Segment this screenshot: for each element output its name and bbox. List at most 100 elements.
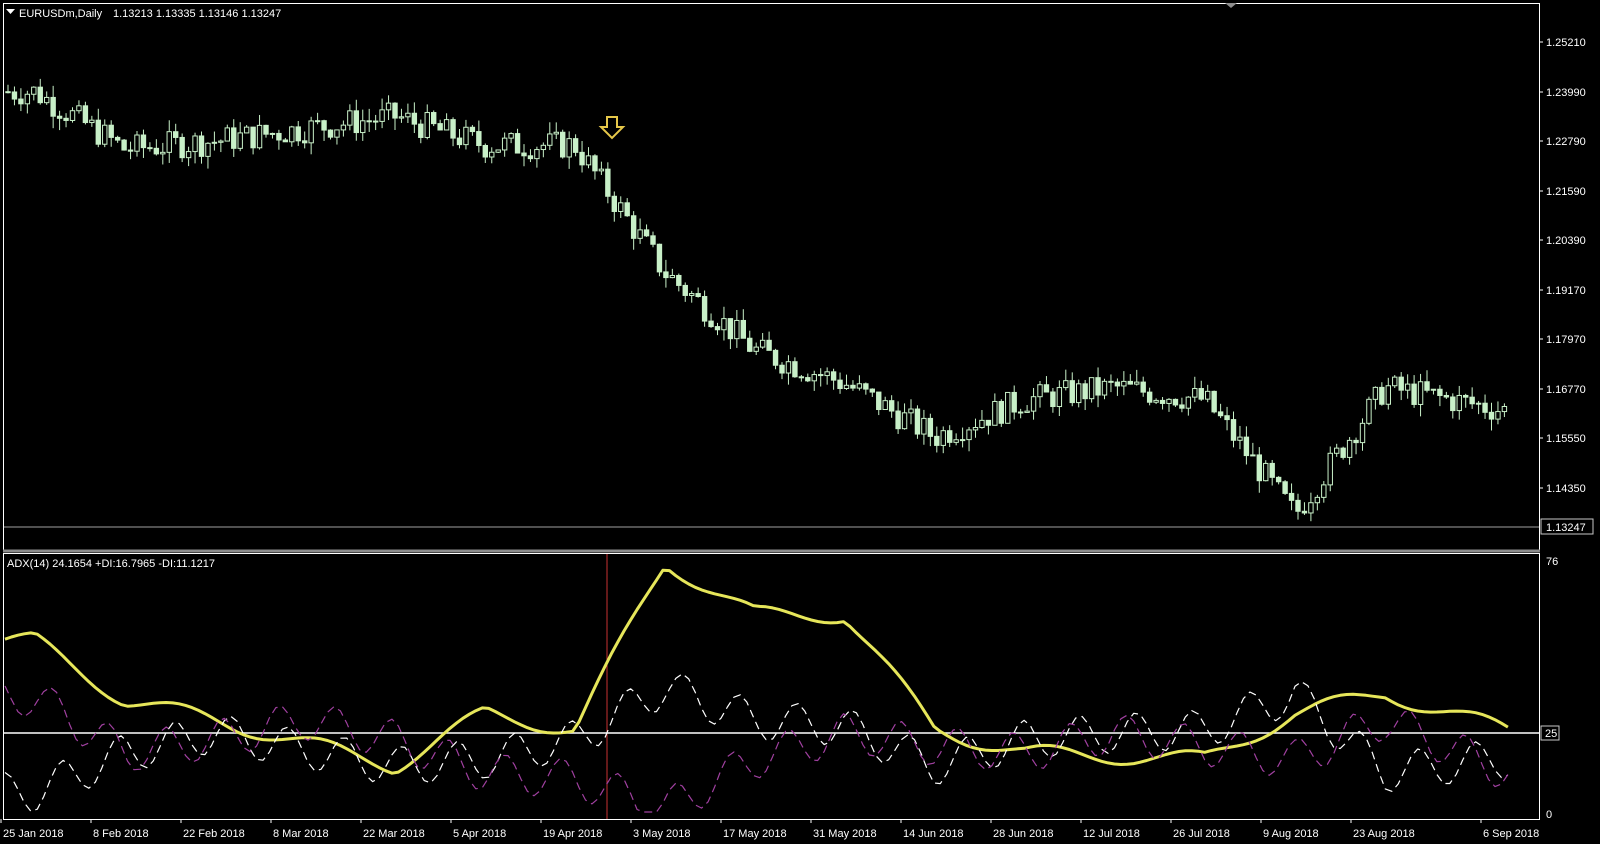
candle — [637, 218, 643, 244]
price-panel-frame — [3, 3, 1540, 552]
candle — [431, 110, 437, 127]
candle — [482, 143, 489, 163]
candle — [1172, 398, 1179, 407]
candle — [934, 426, 940, 453]
candle — [630, 211, 637, 250]
candle — [572, 134, 579, 157]
scroll-shift-icon[interactable] — [1225, 3, 1237, 8]
candle — [792, 357, 798, 378]
candle — [185, 146, 192, 167]
series-line-+DI — [4, 673, 1509, 812]
candle — [192, 132, 198, 164]
candle — [456, 128, 463, 149]
candle — [1385, 377, 1391, 410]
candle — [547, 122, 553, 151]
candle — [708, 313, 714, 328]
symbol-menu[interactable]: EURUSDm,Daily 1.13213 1.13335 1.13146 1.… — [6, 8, 281, 20]
candle — [1275, 476, 1282, 485]
candle — [992, 393, 998, 426]
candle — [1024, 405, 1030, 413]
date-label: 19 Apr 2018 — [543, 828, 602, 840]
candle — [1217, 403, 1224, 419]
candle — [489, 147, 495, 164]
candle — [353, 99, 360, 141]
candle — [1243, 426, 1250, 465]
triangle-down-icon[interactable] — [6, 9, 15, 14]
date-label: 22 Feb 2018 — [183, 828, 245, 840]
date-label: 6 Sep 2018 — [1483, 828, 1539, 840]
date-axis: 25 Jan 2018 8 Feb 2018 22 Feb 2018 8 Mar 20… — [0, 819, 1539, 840]
candle — [914, 405, 921, 439]
candle — [1159, 397, 1166, 410]
candle — [1050, 387, 1056, 413]
candle — [121, 138, 127, 151]
candle — [837, 372, 843, 394]
date-label: 5 Apr 2018 — [453, 828, 506, 840]
candle — [598, 161, 605, 175]
candle — [360, 109, 366, 141]
candle — [44, 91, 50, 105]
candle — [469, 125, 476, 136]
candle — [830, 368, 837, 390]
candle — [334, 129, 340, 145]
ohlc-readout: 1.13213 1.13335 1.13146 1.13247 — [113, 8, 281, 20]
level-label: 25 — [1545, 728, 1557, 740]
candle — [1456, 385, 1462, 420]
candle — [605, 162, 611, 204]
candle — [1146, 387, 1153, 406]
date-label: 8 Feb 2018 — [93, 828, 149, 840]
scale-label-max: 76 — [1546, 556, 1558, 568]
candle — [947, 425, 953, 448]
candle — [450, 117, 456, 147]
candle — [1237, 425, 1243, 450]
candle — [1095, 367, 1101, 408]
candle — [1250, 442, 1256, 457]
candle — [798, 374, 805, 382]
price-label: 1.21590 — [1546, 186, 1586, 198]
candle — [1424, 370, 1430, 393]
date-label: 12 Jul 2018 — [1083, 828, 1140, 840]
candle — [1011, 385, 1017, 420]
down-arrow-icon[interactable] — [598, 116, 626, 140]
candle — [134, 131, 140, 157]
candle — [1437, 385, 1443, 407]
candle — [302, 131, 308, 149]
candle — [508, 132, 514, 144]
candle — [114, 135, 121, 143]
candle — [566, 131, 572, 169]
candle — [766, 331, 772, 351]
candle — [643, 224, 650, 237]
candle — [314, 112, 321, 125]
candle — [147, 142, 153, 152]
candle — [69, 107, 76, 123]
candle — [740, 309, 746, 339]
candle — [411, 102, 418, 134]
candle — [553, 122, 559, 140]
price-label: 1.15550 — [1546, 433, 1586, 445]
candle — [901, 403, 908, 430]
candle — [102, 119, 108, 148]
scale-label-min: 0 — [1546, 809, 1552, 821]
candle — [321, 119, 327, 141]
candle — [882, 396, 888, 411]
candle — [998, 399, 1004, 427]
date-label: 25 Jan 2018 — [3, 828, 64, 840]
candle — [372, 114, 379, 131]
chart-canvas[interactable]: EURUSDm,Daily 1.13213 1.13335 1.13146 1.… — [0, 0, 1600, 844]
candle — [759, 332, 766, 349]
candle — [1205, 384, 1211, 403]
candle — [295, 121, 301, 146]
candle — [405, 103, 411, 124]
candle — [785, 355, 792, 385]
candle — [1005, 391, 1011, 424]
price-label: 1.25210 — [1546, 37, 1586, 49]
candle — [1069, 372, 1075, 407]
date-label: 26 Jul 2018 — [1173, 828, 1230, 840]
candle — [1379, 382, 1385, 406]
candle — [1185, 396, 1192, 416]
candle — [1301, 502, 1308, 515]
candle — [1127, 374, 1133, 385]
candle — [179, 133, 185, 163]
candle — [282, 137, 289, 143]
date-label: 14 Jun 2018 — [903, 828, 964, 840]
